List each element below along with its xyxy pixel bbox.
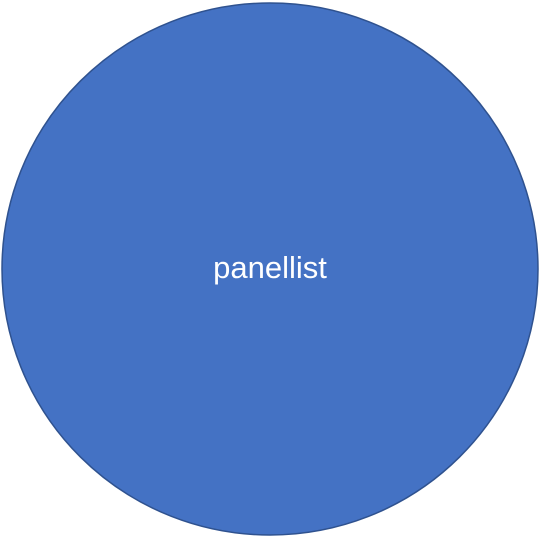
diagram-canvas: panellist — [1, 2, 539, 536]
panellist-node: panellist — [1, 2, 539, 536]
panellist-label: panellist — [213, 250, 327, 285]
